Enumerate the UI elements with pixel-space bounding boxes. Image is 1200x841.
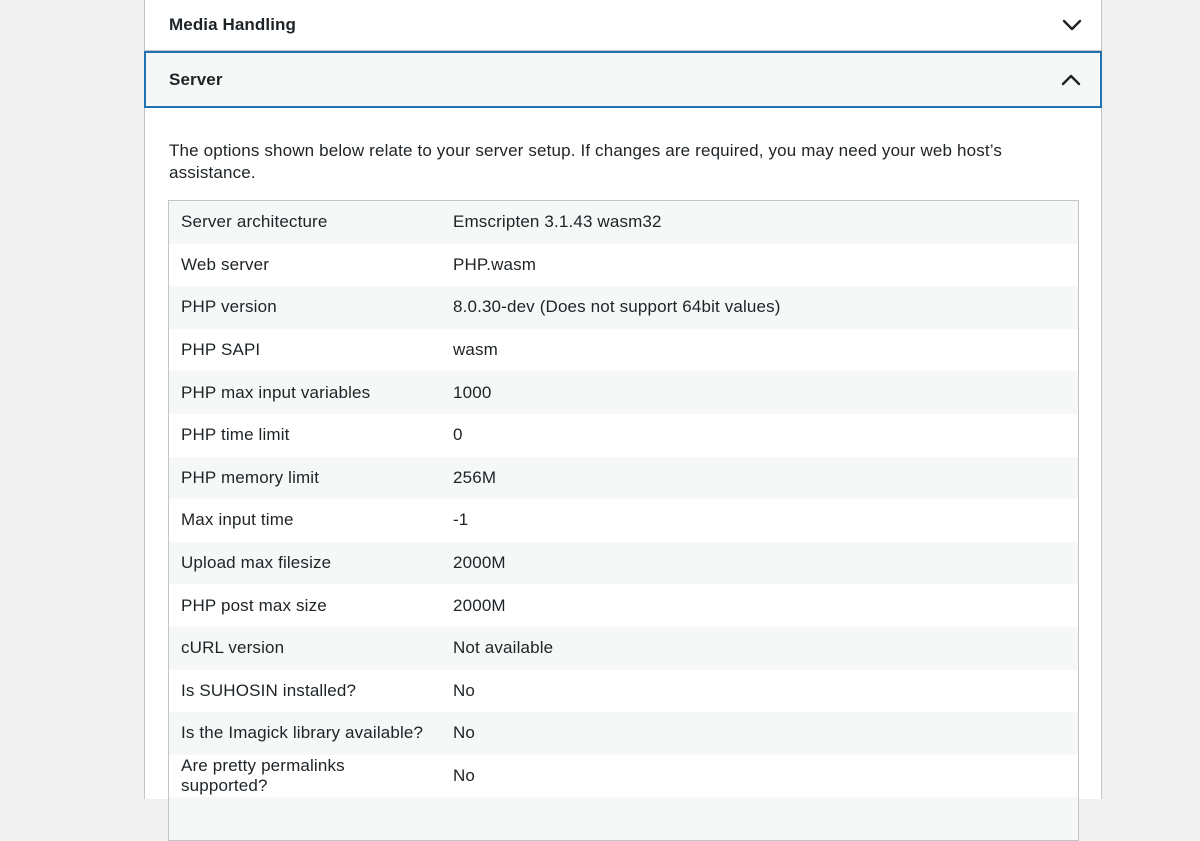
row-value: 8.0.30-dev (Does not support 64bit value… (453, 297, 781, 317)
row-label: Max input time (181, 510, 294, 530)
table-row (168, 797, 1079, 841)
table-row: PHP time limit 0 (168, 413, 1079, 457)
table-row: Is SUHOSIN installed? No (168, 669, 1079, 713)
row-value (441, 797, 1079, 840)
row-value: 1000 (453, 382, 492, 402)
row-label (169, 797, 442, 840)
table-row: Is the Imagick library available? No (168, 712, 1079, 755)
row-label: Upload max filesize (181, 553, 332, 573)
row-value: Not available (453, 638, 554, 658)
table-row: cURL version Not available (168, 626, 1079, 670)
row-label: PHP max input variables (181, 382, 371, 402)
row-value: No (453, 766, 476, 786)
media-handling-title: Media Handling (169, 14, 297, 34)
table-row: PHP post max size 2000M (168, 584, 1079, 627)
row-label: PHP SAPI (181, 340, 261, 360)
row-label: Are pretty permalinks supported? (181, 756, 345, 796)
chevron-up-icon (1060, 69, 1082, 91)
row-value: 2000M (453, 553, 506, 573)
row-value: wasm (453, 340, 498, 360)
table-row: PHP SAPI wasm (168, 328, 1079, 372)
row-label: Is SUHOSIN installed? (181, 680, 357, 700)
row-label: PHP time limit (181, 425, 290, 445)
table-row: Are pretty permalinks supported? No (168, 754, 1079, 798)
row-value: PHP.wasm (453, 254, 537, 274)
server-info-table: Server architecture Emscripten 3.1.43 was… (168, 200, 1079, 841)
row-value: -1 (453, 510, 469, 530)
row-label: PHP version (181, 297, 277, 317)
table-row: PHP memory limit 256M (168, 456, 1079, 500)
table-row: PHP max input variables 1000 (168, 371, 1079, 414)
table-row: Web server PHP.wasm (168, 243, 1079, 287)
row-label: Server architecture (181, 212, 328, 232)
table-row: PHP version 8.0.30-dev (Does not support … (168, 286, 1079, 329)
server-intro-text: The options shown below relate to your s… (169, 141, 1002, 182)
row-value: 0 (453, 425, 463, 445)
table-row: Upload max filesize 2000M (168, 541, 1079, 585)
table-row: Server architecture Emscripten 3.1.43 was… (168, 200, 1079, 244)
row-value: 2000M (453, 595, 506, 615)
row-label: PHP memory limit (181, 467, 320, 487)
server-section-content: The options shown below relate to your s… (145, 108, 1101, 841)
row-value: No (453, 680, 476, 700)
server-title: Server (169, 69, 223, 89)
site-health-info-panel: Media Handling Server The options shown … (144, 0, 1102, 841)
row-label: PHP post max size (181, 595, 327, 615)
server-accordion-toggle[interactable]: Server (144, 51, 1102, 108)
row-label: Is the Imagick library available? (181, 723, 424, 743)
row-value: No (453, 723, 476, 743)
row-label: cURL version (181, 638, 285, 658)
media-handling-accordion-toggle[interactable]: Media Handling (145, 0, 1101, 51)
row-label: Web server (181, 254, 270, 274)
row-value: Emscripten 3.1.43 wasm32 (453, 212, 662, 232)
row-value: 256M (453, 467, 497, 487)
chevron-down-icon (1061, 14, 1083, 36)
table-row: Max input time -1 (168, 499, 1079, 542)
